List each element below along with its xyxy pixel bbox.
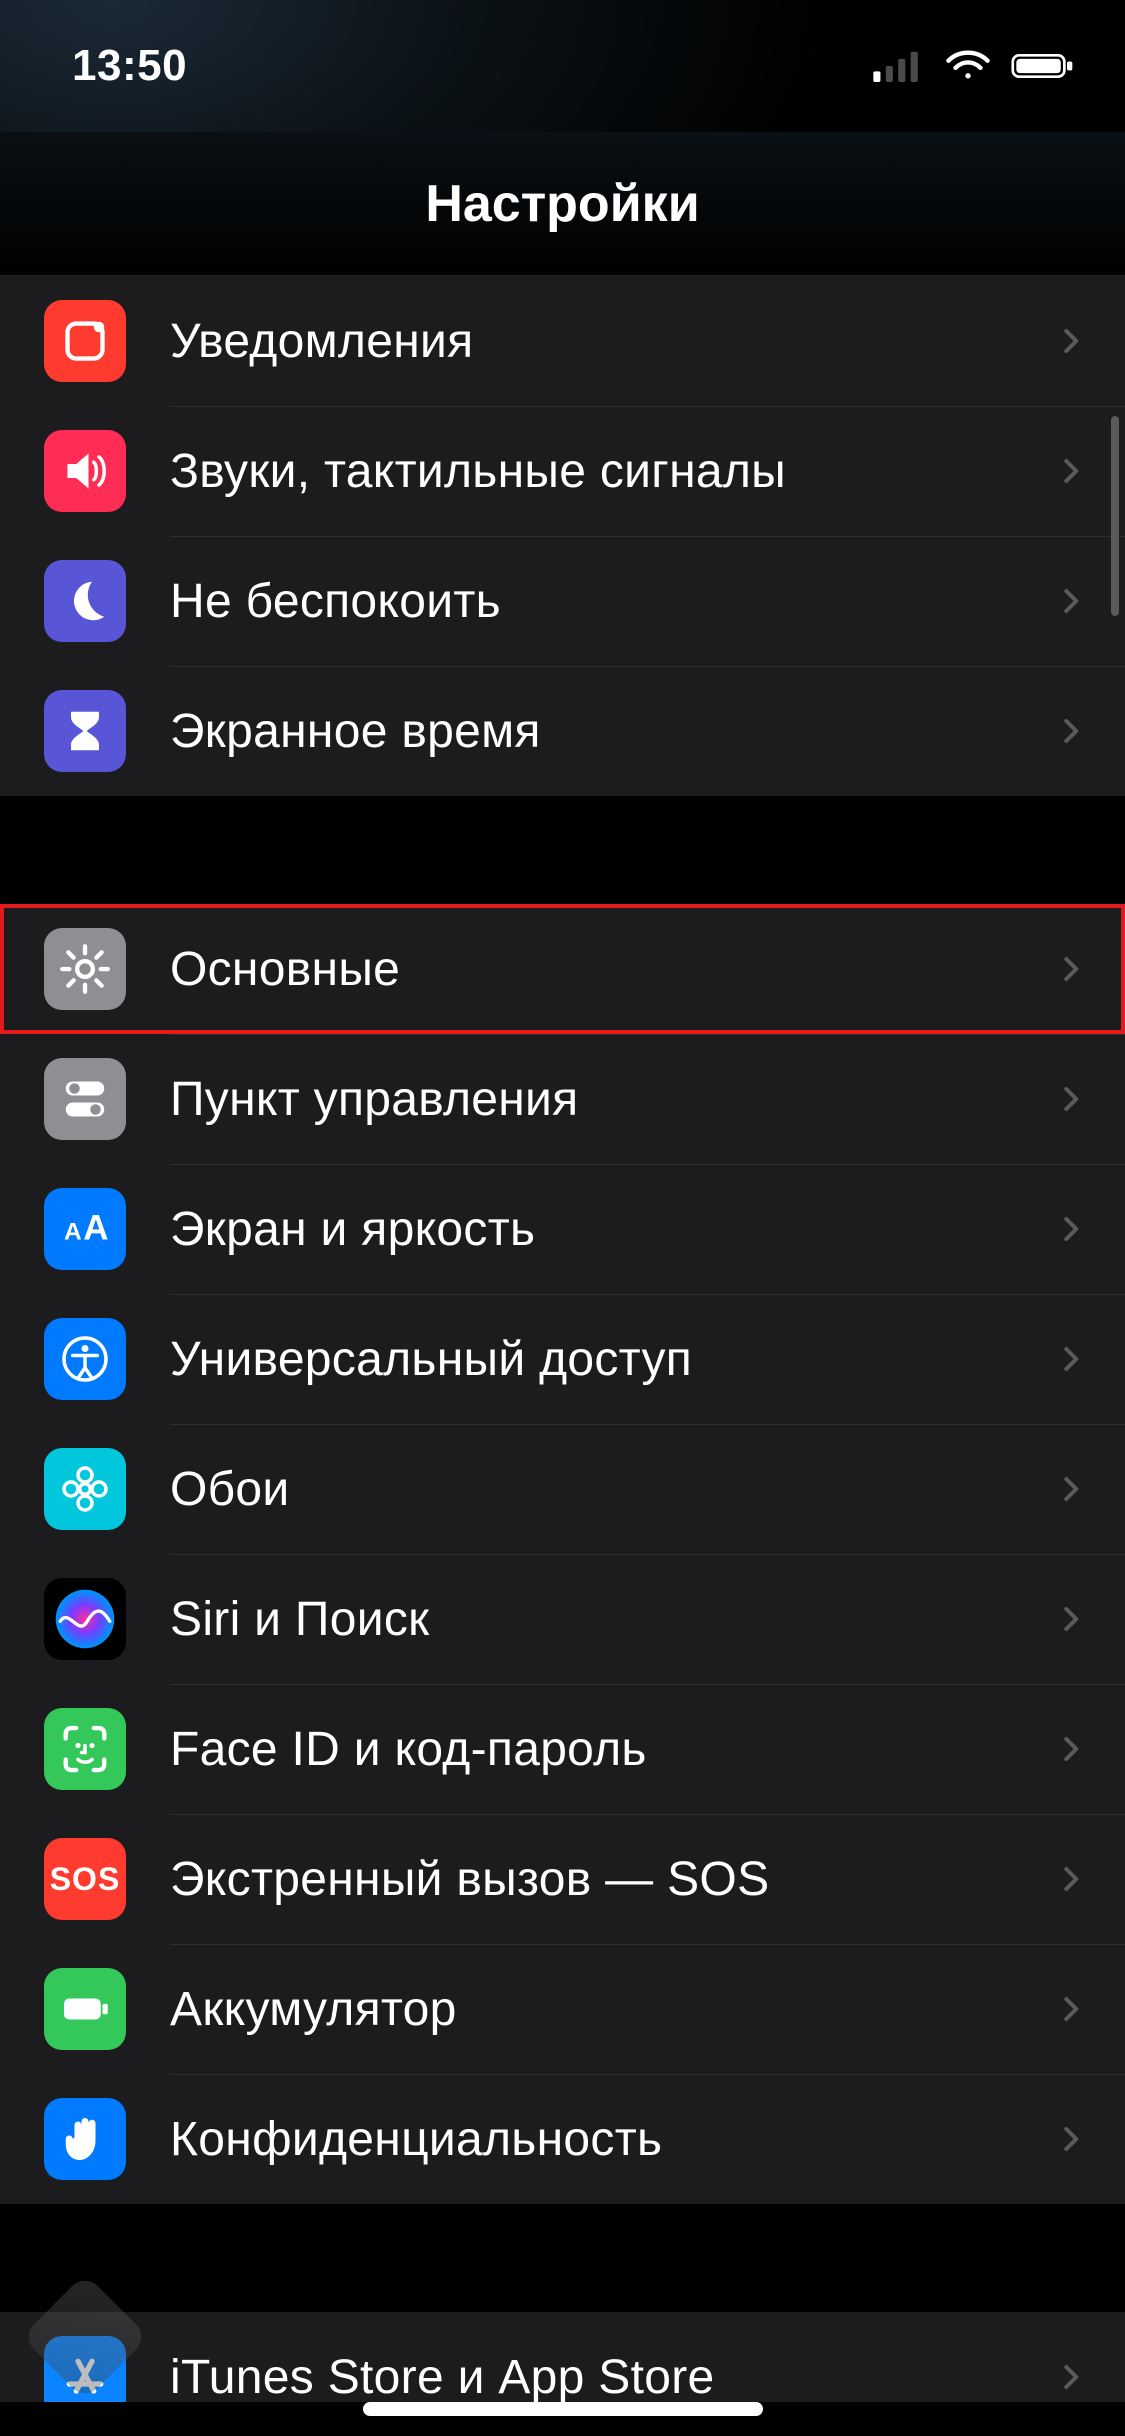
chevron-right-icon bbox=[1055, 1734, 1085, 1764]
notifications-icon bbox=[44, 300, 126, 382]
status-time: 13:50 bbox=[72, 41, 187, 91]
status-icons bbox=[873, 50, 1077, 82]
row-wallpaper[interactable]: Обои bbox=[0, 1424, 1125, 1554]
chevron-right-icon bbox=[1055, 326, 1085, 356]
hourglass-icon bbox=[44, 690, 126, 772]
row-label: Экстренный вызов — SOS bbox=[170, 1852, 1055, 1907]
settings-group-2: iTunes Store и App Store bbox=[0, 2312, 1125, 2402]
siri-icon bbox=[44, 1578, 126, 1660]
chevron-right-icon bbox=[1055, 1604, 1085, 1634]
row-notifications[interactable]: Уведомления bbox=[0, 276, 1125, 406]
moon-icon bbox=[44, 560, 126, 642]
row-general[interactable]: Основные bbox=[0, 904, 1125, 1034]
row-label: Уведомления bbox=[170, 314, 1055, 369]
row-display[interactable]: Экран и яркость bbox=[0, 1164, 1125, 1294]
status-bar: 13:50 bbox=[0, 0, 1125, 132]
row-do-not-disturb[interactable]: Не беспокоить bbox=[0, 536, 1125, 666]
sos-icon: SOS bbox=[44, 1838, 126, 1920]
home-indicator[interactable] bbox=[363, 2402, 763, 2416]
chevron-right-icon bbox=[1055, 1474, 1085, 1504]
row-sounds[interactable]: Звуки, тактильные сигналы bbox=[0, 406, 1125, 536]
row-sos[interactable]: SOS Экстренный вызов — SOS bbox=[0, 1814, 1125, 1944]
row-accessibility[interactable]: Универсальный доступ bbox=[0, 1294, 1125, 1424]
scroll-indicator[interactable] bbox=[1111, 416, 1119, 616]
chevron-right-icon bbox=[1055, 1994, 1085, 2024]
chevron-right-icon bbox=[1055, 716, 1085, 746]
settings-list[interactable]: Уведомления Звуки, тактильные сигналы Не… bbox=[0, 276, 1125, 2402]
row-screen-time[interactable]: Экранное время bbox=[0, 666, 1125, 796]
row-label: Обои bbox=[170, 1462, 1055, 1517]
switches-icon bbox=[44, 1058, 126, 1140]
battery-status-icon bbox=[1009, 50, 1077, 82]
chevron-right-icon bbox=[1055, 2362, 1085, 2392]
row-label: Аккумулятор bbox=[170, 1982, 1055, 2037]
row-label: Конфиденциальность bbox=[170, 2112, 1055, 2167]
row-label: Не беспокоить bbox=[170, 574, 1055, 629]
hand-icon bbox=[44, 2098, 126, 2180]
chevron-right-icon bbox=[1055, 1214, 1085, 1244]
settings-group-0: Уведомления Звуки, тактильные сигналы Не… bbox=[0, 276, 1125, 796]
row-itunes[interactable]: iTunes Store и App Store bbox=[0, 2312, 1125, 2402]
row-control-center[interactable]: Пункт управления bbox=[0, 1034, 1125, 1164]
row-label: Пункт управления bbox=[170, 1072, 1055, 1127]
chevron-right-icon bbox=[1055, 1864, 1085, 1894]
row-label: Звуки, тактильные сигналы bbox=[170, 444, 1055, 499]
group-gap bbox=[0, 2204, 1125, 2312]
group-gap bbox=[0, 796, 1125, 904]
chevron-right-icon bbox=[1055, 1344, 1085, 1374]
row-label: Основные bbox=[170, 942, 1055, 997]
gear-icon bbox=[44, 928, 126, 1010]
nav-title-bar: Настройки bbox=[0, 132, 1125, 276]
row-label: Face ID и код-пароль bbox=[170, 1722, 1055, 1777]
settings-group-1: Основные Пункт управления Экран и яркост… bbox=[0, 904, 1125, 2204]
chevron-right-icon bbox=[1055, 2124, 1085, 2154]
text-size-icon bbox=[44, 1188, 126, 1270]
row-privacy[interactable]: Конфиденциальность bbox=[0, 2074, 1125, 2204]
row-battery[interactable]: Аккумулятор bbox=[0, 1944, 1125, 2074]
chevron-right-icon bbox=[1055, 456, 1085, 486]
sounds-icon bbox=[44, 430, 126, 512]
cellular-icon bbox=[873, 50, 927, 82]
row-label: Siri и Поиск bbox=[170, 1592, 1055, 1647]
chevron-right-icon bbox=[1055, 586, 1085, 616]
faceid-icon bbox=[44, 1708, 126, 1790]
chevron-right-icon bbox=[1055, 1084, 1085, 1114]
row-label: Экран и яркость bbox=[170, 1202, 1055, 1257]
row-label: Универсальный доступ bbox=[170, 1332, 1055, 1387]
nav-title: Настройки bbox=[425, 174, 699, 234]
row-faceid[interactable]: Face ID и код-пароль bbox=[0, 1684, 1125, 1814]
wifi-icon bbox=[945, 50, 991, 82]
row-siri[interactable]: Siri и Поиск bbox=[0, 1554, 1125, 1684]
row-label: Экранное время bbox=[170, 704, 1055, 759]
accessibility-icon bbox=[44, 1318, 126, 1400]
row-label: iTunes Store и App Store bbox=[170, 2350, 1055, 2403]
battery-icon bbox=[44, 1968, 126, 2050]
chevron-right-icon bbox=[1055, 954, 1085, 984]
wallpaper-icon bbox=[44, 1448, 126, 1530]
